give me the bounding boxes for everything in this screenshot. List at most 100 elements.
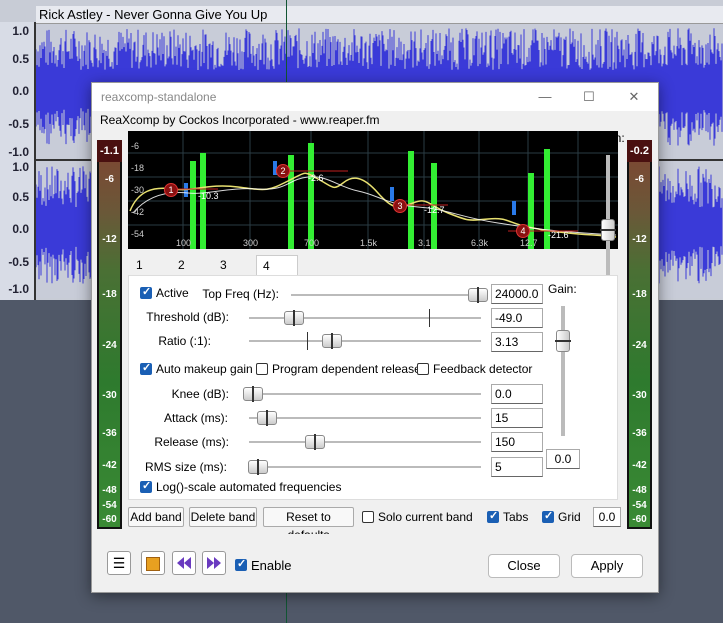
active-checkbox[interactable] bbox=[140, 285, 152, 299]
band-gain-slider[interactable] bbox=[555, 330, 571, 352]
grid-checkbox[interactable] bbox=[542, 509, 554, 523]
square-icon bbox=[146, 557, 160, 571]
amplitude-scale: 1.0 0.5 0.0 -0.5 -1.0 1.0 0.5 0.0 -0.5 -… bbox=[0, 22, 36, 300]
release-slider[interactable] bbox=[305, 434, 325, 450]
preset-button[interactable] bbox=[141, 551, 165, 575]
previous-preset-button[interactable] bbox=[172, 551, 196, 575]
tabs-checkbox[interactable] bbox=[487, 509, 499, 523]
meter-label: -60 bbox=[632, 514, 647, 525]
tab-band-1[interactable]: 1 bbox=[130, 255, 170, 275]
master-gain-slider[interactable] bbox=[600, 219, 616, 241]
attack-field[interactable]: 15 bbox=[491, 408, 543, 428]
meter-label: -60 bbox=[102, 514, 117, 525]
attack-slider[interactable] bbox=[257, 410, 277, 426]
band-gain-field[interactable]: 0.0 bbox=[546, 449, 580, 469]
master-gain-field[interactable]: 0.0 bbox=[593, 507, 621, 527]
band-settings-panel: Active Top Freq (Hz): 24000.0 Threshold … bbox=[128, 275, 618, 500]
next-preset-button[interactable] bbox=[202, 551, 226, 575]
release-track[interactable] bbox=[249, 441, 481, 443]
threshold-label: Threshold (dB): bbox=[146, 310, 229, 324]
double-right-arrow-icon bbox=[207, 557, 221, 569]
feedback-detector-label: Feedback detector bbox=[433, 362, 533, 376]
band-node-1[interactable]: 1 bbox=[164, 183, 178, 197]
log-scale-checkbox[interactable] bbox=[140, 479, 152, 493]
input-meter: -1.1 -6 -12 -18 -24 -30 -36 -42 -48 -54 … bbox=[97, 140, 122, 529]
rms-size-slider[interactable] bbox=[248, 459, 268, 475]
tab-band-3[interactable]: 3 bbox=[214, 255, 254, 275]
meter-label: -18 bbox=[102, 289, 117, 300]
output-peak-readout: -0.2 bbox=[627, 140, 652, 162]
enable-checkbox[interactable] bbox=[235, 557, 247, 571]
rms-size-field[interactable]: 5 bbox=[491, 457, 543, 477]
ratio-slider[interactable] bbox=[322, 333, 342, 349]
meter-label: -36 bbox=[632, 428, 647, 439]
meter-label: -54 bbox=[632, 500, 647, 511]
graph-x-label: 1.5k bbox=[360, 238, 378, 248]
top-freq-label: Top Freq (Hz): bbox=[202, 287, 279, 301]
add-band-button[interactable]: Add band bbox=[128, 507, 184, 527]
auto-makeup-label: Auto makeup gain bbox=[156, 362, 253, 376]
meter-label: -36 bbox=[102, 428, 117, 439]
solo-band-checkbox[interactable] bbox=[362, 511, 374, 523]
close-window-button[interactable]: ✕ bbox=[619, 87, 649, 107]
knee-field[interactable]: 0.0 bbox=[491, 384, 543, 404]
graph-y-label: -42 bbox=[131, 207, 145, 217]
meter-label: -48 bbox=[102, 485, 117, 496]
meter-label: -24 bbox=[102, 340, 117, 351]
band-node-3[interactable]: 3 bbox=[393, 199, 407, 213]
tab-band-2[interactable]: 2 bbox=[172, 255, 212, 275]
threshold-slider[interactable] bbox=[284, 310, 304, 326]
meter-label: -24 bbox=[632, 340, 647, 351]
delete-band-button[interactable]: Delete band bbox=[189, 507, 257, 527]
ratio-field[interactable]: 3.13 bbox=[491, 332, 543, 352]
close-button[interactable]: Close bbox=[488, 554, 560, 578]
band-value-2: -2.6 bbox=[308, 173, 324, 183]
track-title[interactable]: Rick Astley - Never Gonna Give You Up bbox=[36, 6, 723, 24]
release-label: Release (ms): bbox=[154, 435, 229, 449]
meter-label: -18 bbox=[632, 289, 647, 300]
reset-defaults-button[interactable]: Reset to defaults bbox=[263, 507, 354, 542]
menu-button[interactable]: ☰ bbox=[107, 551, 131, 575]
program-release-label: Program dependent release bbox=[272, 362, 421, 376]
apply-button[interactable]: Apply bbox=[571, 554, 643, 578]
band-gain-label: Gain: bbox=[548, 282, 577, 296]
top-freq-slider[interactable] bbox=[468, 287, 488, 303]
rms-size-track[interactable] bbox=[249, 466, 481, 468]
band-gain-track[interactable] bbox=[561, 306, 565, 436]
knee-track[interactable] bbox=[249, 393, 481, 395]
scale-label: 1.0 bbox=[12, 160, 29, 174]
graph-x-label: 3.1 bbox=[418, 238, 431, 248]
ratio-track[interactable] bbox=[249, 340, 481, 342]
threshold-marker bbox=[429, 309, 430, 327]
output-meter: -0.2 -6 -12 -18 -24 -30 -36 -42 -48 -54 … bbox=[627, 140, 652, 529]
program-release-checkbox[interactable] bbox=[256, 363, 268, 375]
meter-label: -42 bbox=[102, 460, 117, 471]
reaxcomp-window: reaxcomp-standalone — ☐ ✕ ReaXcomp by Co… bbox=[91, 82, 659, 593]
frequency-response-graph[interactable]: -6 -18 -30 -42 -54 100 300 700 1.5k 3.1 … bbox=[128, 131, 618, 249]
knee-slider[interactable] bbox=[243, 386, 263, 402]
maximize-button[interactable]: ☐ bbox=[574, 87, 604, 107]
active-label: Active bbox=[156, 286, 189, 300]
attack-track[interactable] bbox=[249, 417, 481, 419]
auto-makeup-checkbox[interactable] bbox=[140, 361, 152, 375]
double-left-arrow-icon bbox=[177, 557, 191, 569]
top-freq-field[interactable]: 24000.0 bbox=[491, 284, 543, 304]
band-node-4[interactable]: 4 bbox=[516, 224, 530, 238]
scale-label: -1.0 bbox=[8, 145, 29, 159]
knee-label: Knee (dB): bbox=[171, 387, 229, 401]
minimize-button[interactable]: — bbox=[530, 87, 560, 107]
scale-label: -0.5 bbox=[8, 255, 29, 269]
title-bar[interactable]: reaxcomp-standalone — ☐ ✕ bbox=[92, 83, 658, 111]
tab-band-4[interactable]: 4 bbox=[256, 255, 298, 275]
scale-label: -0.5 bbox=[8, 117, 29, 131]
top-freq-track[interactable] bbox=[291, 294, 481, 296]
graph-x-label: 12.7 bbox=[520, 238, 538, 248]
graph-x-label: 300 bbox=[243, 238, 259, 248]
solo-band-label: Solo current band bbox=[378, 510, 473, 524]
threshold-field[interactable]: -49.0 bbox=[491, 308, 543, 328]
enable-label: Enable bbox=[251, 558, 292, 573]
release-field[interactable]: 150 bbox=[491, 432, 543, 452]
band-node-2[interactable]: 2 bbox=[276, 164, 290, 178]
graph-canvas bbox=[128, 131, 618, 249]
feedback-detector-checkbox[interactable] bbox=[417, 363, 429, 375]
